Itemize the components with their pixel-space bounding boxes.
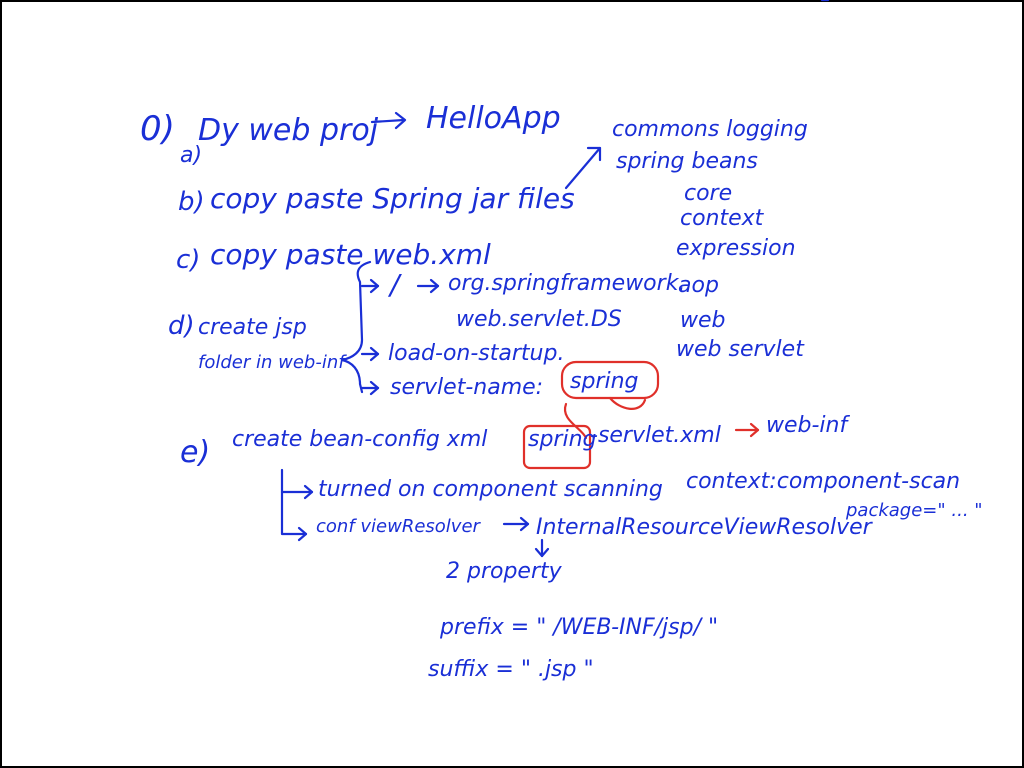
suffix-line: suffix = " .jsp " — [428, 657, 594, 682]
prefix-line: prefix = " /WEB-INF/jsp/ " — [439, 615, 718, 640]
jar-item: commons logging — [612, 117, 808, 142]
file-target: web-inf — [766, 413, 850, 438]
jar-item: spring beans — [616, 149, 758, 174]
servlet-name-value: spring — [570, 369, 639, 394]
jar-item: web — [680, 308, 726, 333]
step-c-text: copy paste web.xml — [210, 238, 491, 271]
load-on-startup: load-on-startup. — [388, 341, 564, 366]
servlet-class-line2: web.servlet.DS — [456, 307, 622, 332]
jar-item: web servlet — [676, 337, 805, 362]
component-scan-tag: context:component-scan — [686, 469, 960, 494]
file-highlight: spring — [528, 427, 597, 452]
step-e-label: e) — [180, 435, 210, 470]
property-count: 2 property — [446, 559, 563, 584]
step-d-line2: folder in web-inf — [198, 352, 347, 373]
jar-item: expression — [676, 236, 796, 261]
component-scan-text: turned on component scanning — [318, 477, 663, 502]
step-b-label: b) — [178, 187, 205, 217]
jar-item: context — [680, 206, 765, 231]
servlet-class-line1: org.springframework. — [448, 271, 685, 296]
step0-label: 0) — [140, 109, 175, 149]
step-c-label: c) — [176, 245, 200, 275]
step-b-text: copy paste Spring jar files — [210, 182, 575, 215]
view-resolver-text: conf viewResolver — [316, 516, 482, 537]
whiteboard-canvas: 0) a) Dy web proj HelloApp b) copy paste… — [0, 0, 1024, 768]
jar-item: core — [684, 181, 732, 206]
step-a-text: Dy web proj — [198, 113, 379, 148]
step-e-text: create bean-config xml — [232, 427, 487, 452]
view-resolver-class: InternalResourceViewResolver — [536, 515, 874, 540]
file-suffix: -servlet.xml — [590, 423, 721, 448]
step-a-target: HelloApp — [426, 101, 561, 136]
step-d-line1: create jsp — [198, 315, 307, 340]
servlet-name: servlet-name: — [390, 375, 543, 400]
step-d-label: d) — [168, 311, 195, 341]
